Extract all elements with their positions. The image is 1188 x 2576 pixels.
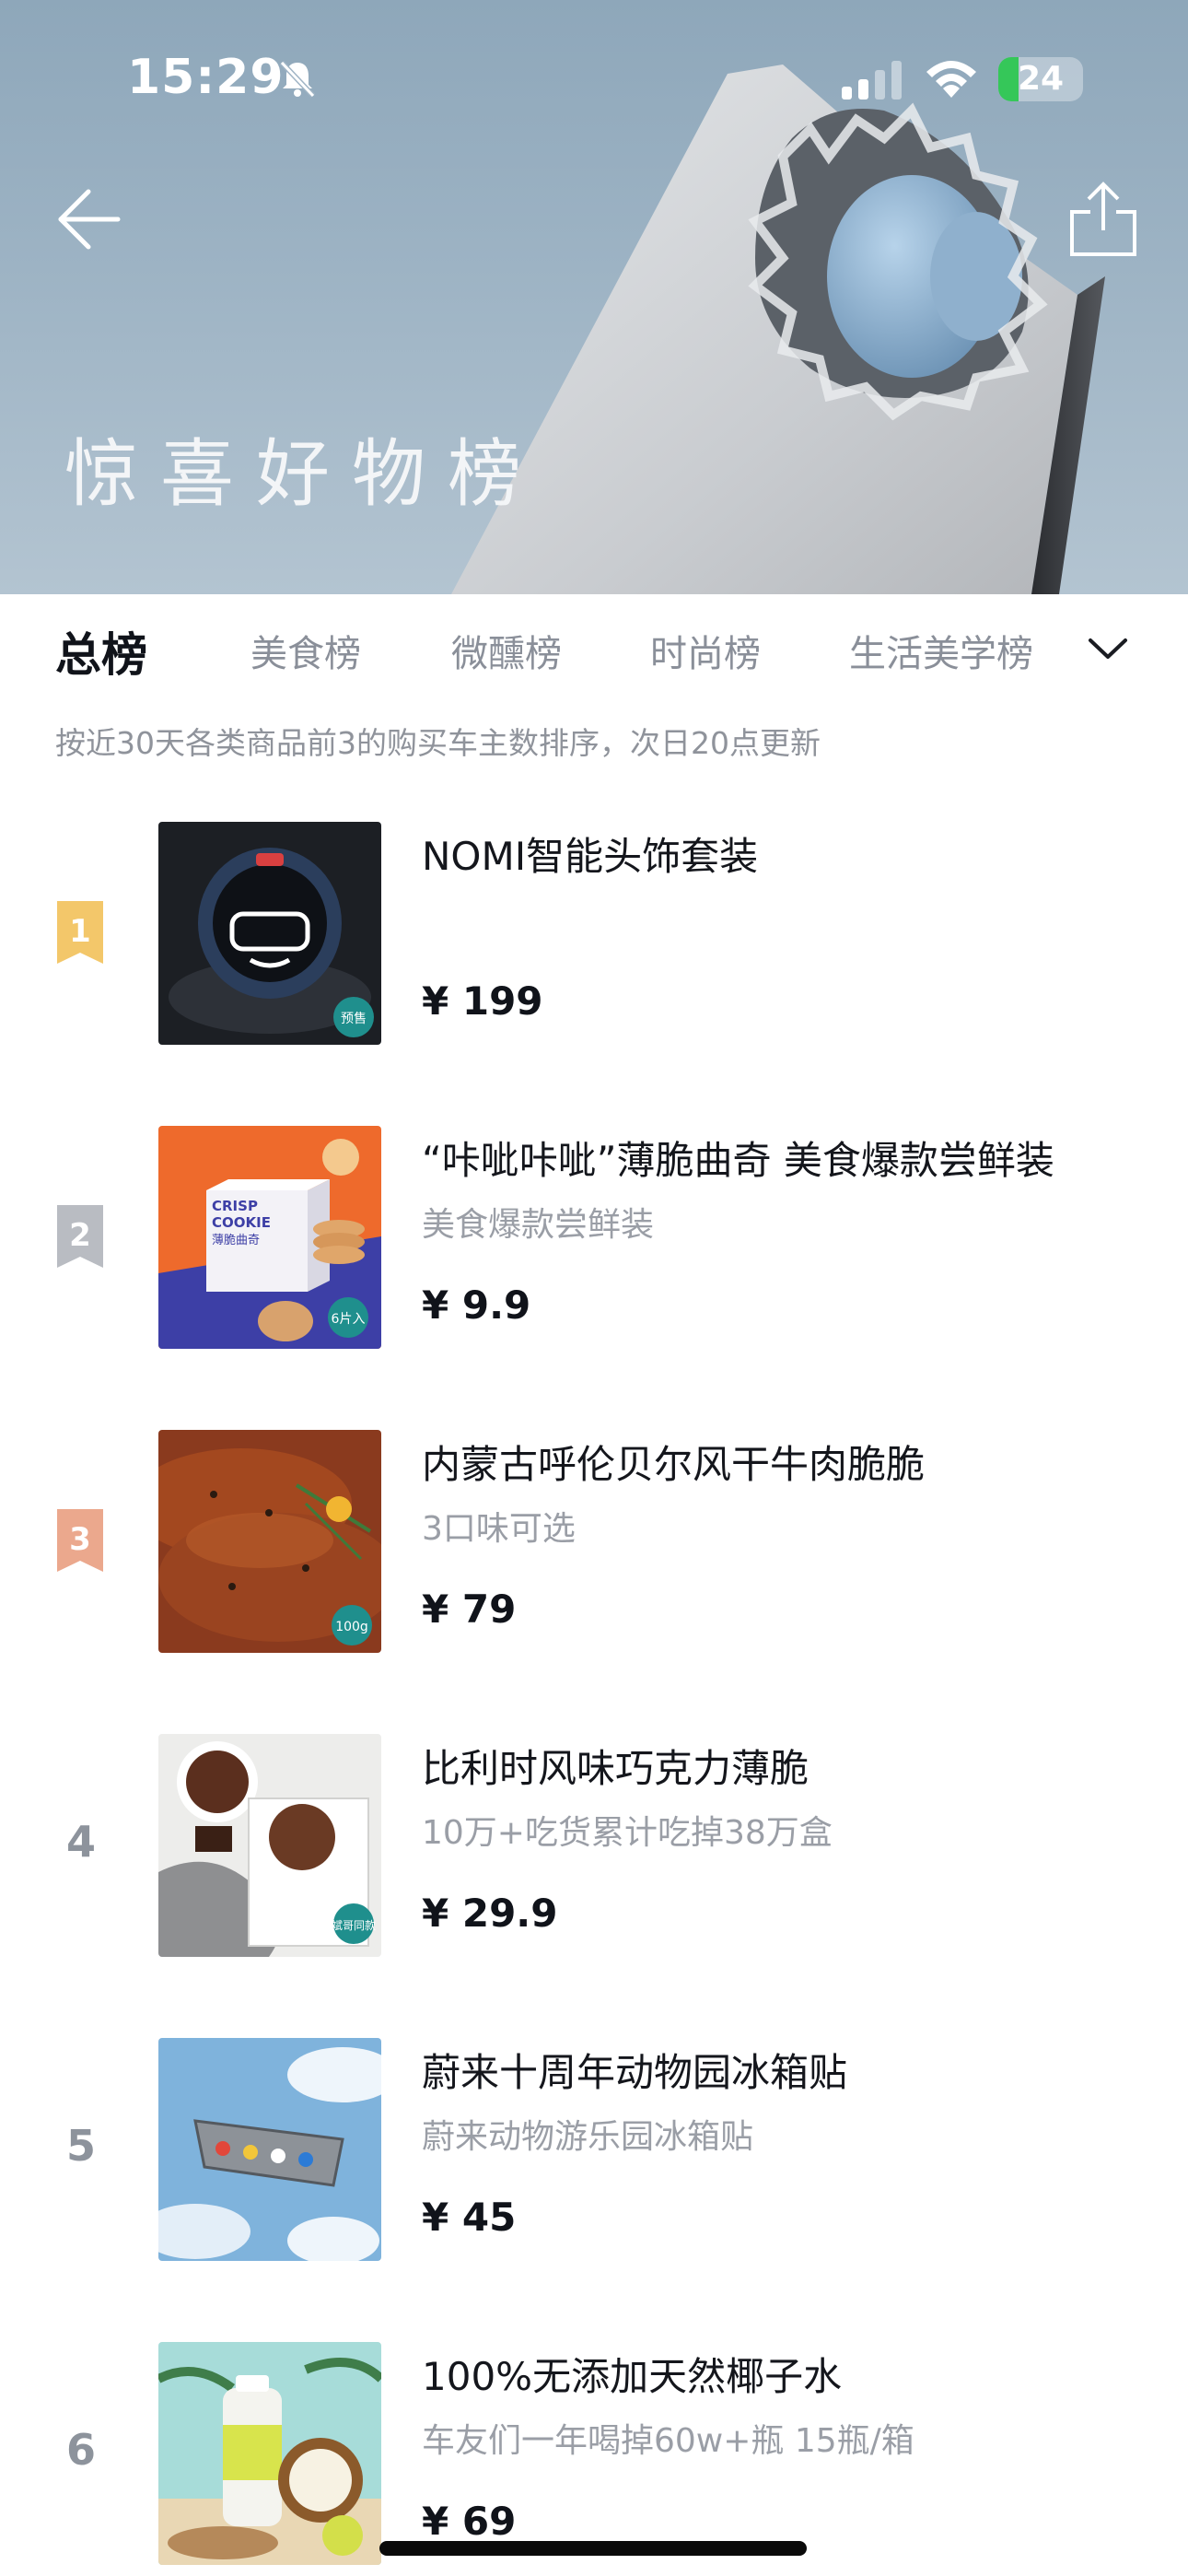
product-price: ¥ 45	[422, 2195, 517, 2240]
list-item[interactable]: 5 蔚来十周年动物园冰箱贴 蔚来动物游乐园冰箱贴 ¥ 45	[0, 2018, 1188, 2322]
battery-percent: 24	[1017, 60, 1065, 98]
product-image[interactable]: CRISP COOKIE 薄脆曲奇 6片入	[158, 1126, 381, 1349]
back-arrow-icon[interactable]	[53, 184, 123, 254]
list-item[interactable]: 3 100g 内蒙古呼伦贝尔风干牛肉脆脆 3口味可选 ¥ 79	[0, 1410, 1188, 1714]
chevron-down-icon[interactable]	[1087, 635, 1129, 662]
rank-number: 2	[69, 1217, 91, 1254]
page-title: 惊喜好物榜	[64, 431, 543, 517]
tab-food[interactable]: 美食榜	[250, 624, 361, 677]
product-title[interactable]: NOMI智能头饰套装	[422, 825, 758, 882]
product-subtitle: 10万+吃货累计吃掉38万盒	[422, 1814, 833, 1852]
list-item[interactable]: 2 CRISP COOKIE 薄脆曲奇 6片入 “咔呲咔呲”薄脆曲奇 美食爆款尝…	[0, 1106, 1188, 1410]
tab-drinks[interactable]: 微醺榜	[451, 624, 562, 677]
list-item[interactable]: 6 100%无添加天然椰子水 车友们一年喝掉60w+瓶 15瓶/箱 ¥ 69	[0, 2322, 1188, 2576]
wifi-icon	[926, 61, 976, 98]
box-label: 薄脆曲奇	[212, 1233, 260, 1247]
ranking-description: 按近30天各类商品前3的购买车主数排序，次日20点更新	[55, 725, 821, 761]
product-subtitle: 美食爆款尝鲜装	[422, 1206, 655, 1244]
rank-number: 1	[69, 913, 91, 950]
category-tabs: 总榜 美食榜 微醺榜 时尚榜 生活美学榜	[0, 594, 1188, 714]
product-image[interactable]: 100g	[158, 1430, 381, 1653]
rank-badge-silver-icon: 2	[57, 1205, 103, 1268]
product-title[interactable]: 100%无添加天然椰子水	[422, 2346, 842, 2402]
cellular-signal-icon	[842, 61, 902, 100]
product-title[interactable]: 蔚来十周年动物园冰箱贴	[422, 2042, 847, 2098]
box-label: CRISP	[212, 1198, 258, 1214]
share-icon[interactable]	[1068, 181, 1138, 258]
product-tag: 预售	[341, 1012, 367, 1026]
product-tag: 100g	[335, 1620, 368, 1634]
product-price: ¥ 29.9	[422, 1891, 558, 1936]
tab-overall[interactable]: 总榜	[55, 618, 147, 685]
product-tag: 斌哥同款	[332, 1919, 376, 1932]
product-tag: 6片入	[332, 1312, 366, 1327]
product-title[interactable]: 比利时风味巧克力薄脆	[422, 1738, 809, 1794]
rank-number: 6	[65, 2425, 96, 2475]
product-subtitle: 车友们一年喝掉60w+瓶 15瓶/箱	[422, 2422, 914, 2460]
product-image[interactable]: 预售	[158, 822, 381, 1045]
status-time: 15:29	[127, 50, 285, 105]
home-indicator[interactable]	[379, 2541, 807, 2556]
product-title[interactable]: 内蒙古呼伦贝尔风干牛肉脆脆	[422, 1434, 925, 1490]
status-bar: 15:29 24	[0, 0, 1188, 157]
product-price: ¥ 199	[422, 978, 543, 1024]
product-price: ¥ 79	[422, 1587, 517, 1632]
product-title[interactable]: “咔呲咔呲”薄脆曲奇 美食爆款尝鲜装	[422, 1130, 1054, 1186]
product-image[interactable]	[158, 2038, 381, 2261]
product-subtitle: 3口味可选	[422, 1510, 576, 1548]
list-item[interactable]: 4 斌哥同款 比利时风味巧克力薄脆 10万+吃货累计吃掉38万盒 ¥ 29.9	[0, 1714, 1188, 2018]
product-image[interactable]	[158, 2342, 381, 2565]
product-price: ¥ 69	[422, 2499, 517, 2544]
list-item[interactable]: 1 预售 NOMI智能头饰套装 ¥ 199	[0, 802, 1188, 1106]
rank-number: 3	[69, 1521, 91, 1558]
tab-fashion[interactable]: 时尚榜	[650, 624, 761, 677]
rank-number: 4	[65, 1817, 96, 1867]
rank-badge-gold-icon: 1	[57, 901, 103, 964]
rank-badge-bronze-icon: 3	[57, 1509, 103, 1572]
product-image[interactable]: 斌哥同款	[158, 1734, 381, 1957]
product-price: ¥ 9.9	[422, 1282, 531, 1328]
battery-indicator: 24	[998, 57, 1083, 101]
product-subtitle: 蔚来动物游乐园冰箱贴	[422, 2118, 754, 2156]
bell-muted-icon	[279, 60, 316, 99]
tab-lifestyle[interactable]: 生活美学榜	[849, 624, 1033, 677]
hero-banner: 15:29 24 惊喜好物榜	[0, 0, 1188, 594]
rank-number: 5	[65, 2121, 96, 2171]
box-label: COOKIE	[212, 1214, 271, 1231]
